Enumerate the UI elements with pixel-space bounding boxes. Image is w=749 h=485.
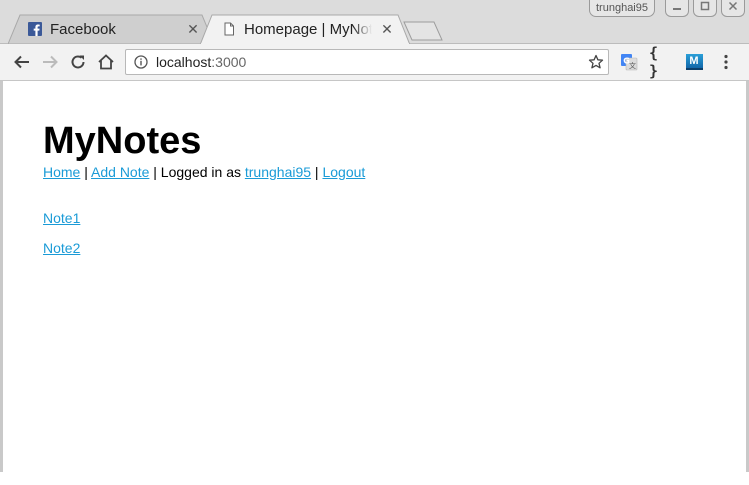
list-item: Note2 — [43, 239, 80, 257]
note-link[interactable]: Note2 — [43, 240, 80, 256]
facebook-icon — [28, 22, 42, 36]
tab-close-icon[interactable]: ✕ — [186, 21, 200, 37]
menu-button[interactable] — [714, 50, 738, 74]
reload-button[interactable] — [66, 50, 90, 74]
page-viewport: MyNotes Home | Add Note | Logged in as t… — [0, 81, 749, 472]
window-bottom-edge — [0, 472, 749, 485]
address-bar[interactable]: localhost:3000 — [125, 49, 609, 75]
tab-mynotes[interactable]: Homepage | MyNote ✕ — [200, 14, 410, 45]
tab-title-mynotes: Homepage | MyNote — [244, 20, 372, 38]
username-link[interactable]: trunghai95 — [245, 164, 311, 180]
back-button[interactable] — [10, 50, 34, 74]
new-tab-button[interactable] — [403, 20, 443, 42]
minimize-icon[interactable] — [665, 0, 689, 17]
forward-arrow-icon — [43, 55, 58, 69]
m-extension-button[interactable]: M — [682, 50, 706, 74]
home-icon — [98, 54, 114, 70]
maximize-icon[interactable] — [693, 0, 717, 17]
json-viewer-icon[interactable]: { } — [649, 44, 673, 80]
address-url: localhost:3000 — [156, 54, 246, 70]
logged-in-text: | Logged in as — [149, 164, 245, 180]
page-title: MyNotes — [43, 120, 202, 162]
svg-text:文: 文 — [629, 61, 636, 70]
notes-list: Note1 Note2 — [43, 209, 80, 269]
home-link[interactable]: Home — [43, 164, 80, 180]
profile-button[interactable]: trunghai95 — [589, 0, 655, 17]
browser-toolbar: localhost:3000 G 文 { } M — [0, 44, 749, 81]
close-window-icon[interactable] — [721, 0, 745, 17]
google-translate-extension[interactable]: G 文 — [617, 50, 641, 74]
nav-bar: Home | Add Note | Logged in as trunghai9… — [43, 163, 365, 181]
browser-window: Facebook ✕ Homepage | MyNote ✕ trunghai9… — [0, 0, 749, 485]
info-icon[interactable] — [134, 55, 148, 69]
m-extension-icon: M — [685, 54, 703, 70]
address-host: localhost — [156, 54, 212, 70]
tab-title-facebook: Facebook — [50, 20, 116, 38]
home-button[interactable] — [94, 50, 118, 74]
more-vertical-icon — [724, 54, 728, 70]
forward-button[interactable] — [38, 50, 62, 74]
back-arrow-icon — [14, 55, 29, 69]
bookmark-star-icon[interactable] — [588, 54, 604, 70]
note-link[interactable]: Note1 — [43, 210, 80, 226]
list-item: Note1 — [43, 209, 80, 227]
address-port: :3000 — [211, 54, 247, 70]
m-extension-label: M — [689, 55, 699, 67]
nav-separator: | — [311, 164, 323, 180]
reload-icon — [71, 55, 85, 69]
logout-link[interactable]: Logout — [322, 164, 365, 180]
google-translate-icon: G 文 — [621, 54, 638, 71]
page-icon — [224, 22, 234, 36]
nav-separator: | — [80, 164, 92, 180]
tab-facebook[interactable]: Facebook ✕ — [8, 14, 214, 44]
window-controls: trunghai95 — [589, 0, 745, 22]
tab-strip: Facebook ✕ Homepage | MyNote ✕ trunghai9… — [0, 0, 749, 45]
tab-close-icon[interactable]: ✕ — [380, 21, 394, 37]
add-note-link[interactable]: Add Note — [91, 164, 149, 180]
